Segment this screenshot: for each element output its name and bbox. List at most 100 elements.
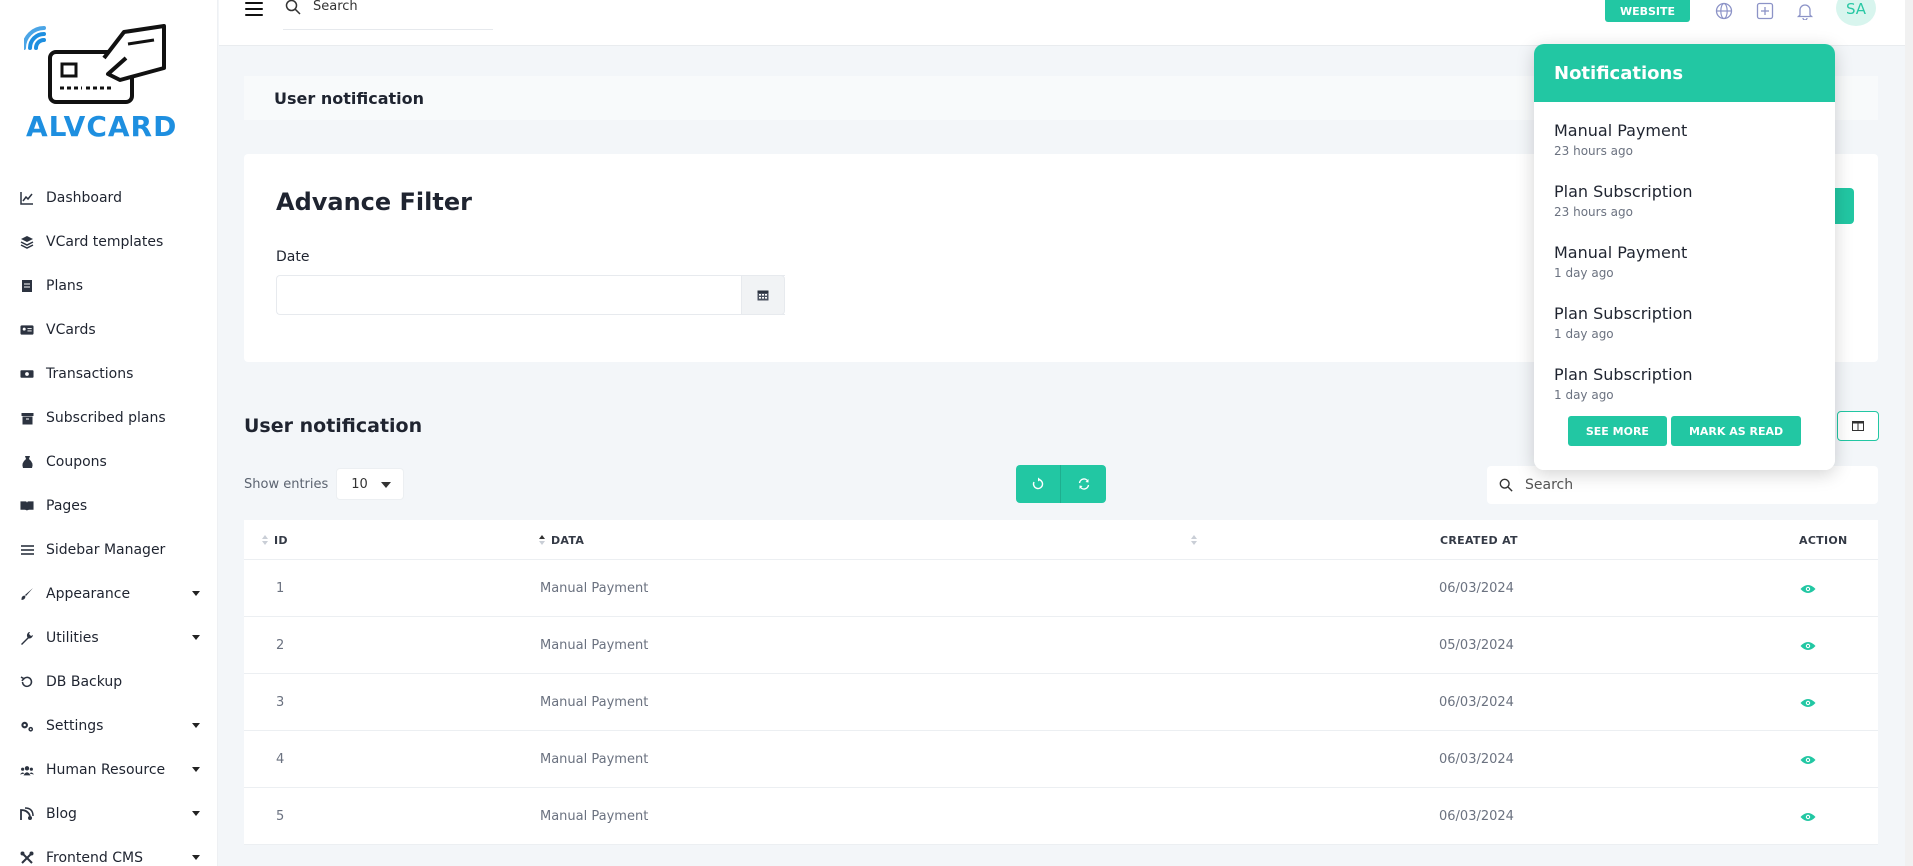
cell-id: 1 xyxy=(276,581,285,596)
sidebar-item-vcard-templates[interactable]: VCard templates xyxy=(0,220,218,264)
sidebar-item-label: Blog xyxy=(46,806,77,822)
users-icon xyxy=(20,763,34,777)
view-eye-icon[interactable] xyxy=(1800,674,1816,731)
mark-as-read-button[interactable]: MARK AS READ xyxy=(1670,416,1802,446)
notification-time: 23 hours ago xyxy=(1554,205,1633,219)
top-search xyxy=(283,0,493,30)
layers-icon xyxy=(20,235,34,249)
see-more-button[interactable]: SEE MORE xyxy=(1567,416,1667,446)
refresh-button[interactable] xyxy=(1061,465,1106,503)
page-title: User notification xyxy=(274,88,424,108)
notification-item[interactable]: Plan Subscription 1 day ago xyxy=(1534,346,1835,407)
column-header-id[interactable]: ID xyxy=(262,520,288,560)
entries-select[interactable]: 10 xyxy=(336,468,405,500)
table-row: 3 Manual Payment 06/03/2024 xyxy=(244,674,1878,731)
filter-action-button[interactable] xyxy=(1834,188,1854,224)
notification-item[interactable]: Manual Payment 23 hours ago xyxy=(1534,102,1835,163)
column-header-label: DATA xyxy=(551,533,585,547)
view-eye-icon[interactable] xyxy=(1800,560,1816,617)
refresh-icon xyxy=(1078,478,1089,490)
globe-icon[interactable] xyxy=(1713,0,1735,22)
sidebar-item-plans[interactable]: Plans xyxy=(0,264,218,308)
bell-icon[interactable] xyxy=(1794,0,1816,22)
sidebar-item-dashboard[interactable]: Dashboard xyxy=(0,176,218,220)
notification-title: Manual Payment xyxy=(1554,243,1688,262)
id-card-icon xyxy=(20,323,34,337)
cell-data: Manual Payment xyxy=(540,638,649,653)
view-eye-icon[interactable] xyxy=(1800,617,1816,674)
sidebar: ALVCARD Dashboard VCard templates Plans … xyxy=(0,0,218,866)
sidebar-item-vcards[interactable]: VCards xyxy=(0,308,218,352)
cell-id: 4 xyxy=(276,752,285,767)
sidebar-item-appearance[interactable]: Appearance xyxy=(0,572,218,616)
show-entries: Show entries 10 xyxy=(244,468,405,500)
gears-icon xyxy=(20,719,34,733)
website-button[interactable]: WEBSITE xyxy=(1605,0,1690,22)
sidebar-item-coupons[interactable]: Coupons xyxy=(0,440,218,484)
menu-toggle-button[interactable] xyxy=(245,2,263,16)
notification-item[interactable]: Plan Subscription 1 day ago xyxy=(1534,285,1835,346)
top-search-input[interactable] xyxy=(313,0,473,14)
sidebar-item-utilities[interactable]: Utilities xyxy=(0,616,218,660)
show-entries-label: Show entries xyxy=(244,476,329,492)
sidebar-item-subscribed-plans[interactable]: Subscribed plans xyxy=(0,396,218,440)
sidebar-nav: Dashboard VCard templates Plans VCards T… xyxy=(0,176,218,866)
sort-icon xyxy=(1191,535,1197,545)
notification-time: 23 hours ago xyxy=(1554,144,1633,158)
notifications-list[interactable]: Manual Payment 23 hours ago Plan Subscri… xyxy=(1534,102,1835,448)
page-scrollbar[interactable] xyxy=(1905,0,1913,866)
sidebar-item-transactions[interactable]: Transactions xyxy=(0,352,218,396)
column-header-label: ID xyxy=(274,533,288,547)
cell-created-at: 06/03/2024 xyxy=(1439,581,1514,596)
sort-icon xyxy=(262,535,268,545)
sidebar-item-settings[interactable]: Settings xyxy=(0,704,218,748)
column-header-label: CREATED AT xyxy=(1440,533,1518,547)
sidebar-item-label: Sidebar Manager xyxy=(46,542,166,558)
sidebar-item-frontend-cms[interactable]: Frontend CMS xyxy=(0,836,218,866)
sidebar-item-label: Appearance xyxy=(46,586,131,602)
view-eye-icon[interactable] xyxy=(1800,731,1816,788)
chevron-down-icon xyxy=(381,482,392,488)
chevron-down-icon xyxy=(192,723,200,728)
card-hand-logo-icon xyxy=(22,24,166,104)
add-square-icon[interactable] xyxy=(1754,0,1776,22)
sidebar-item-label: Dashboard xyxy=(46,190,122,206)
sidebar-item-label: VCards xyxy=(46,322,96,338)
logo[interactable]: ALVCARD xyxy=(22,18,184,143)
brush-icon xyxy=(20,587,34,601)
view-eye-icon[interactable] xyxy=(1800,788,1816,845)
reset-button[interactable] xyxy=(1016,465,1061,503)
sidebar-item-human-resource[interactable]: Human Resource xyxy=(0,748,218,792)
sort-icon xyxy=(539,535,545,545)
table-row: 1 Manual Payment 06/03/2024 xyxy=(244,560,1878,617)
sidebar-item-label: Utilities xyxy=(46,630,99,646)
avatar[interactable]: SA xyxy=(1836,0,1876,26)
reset-icon xyxy=(1032,477,1044,490)
sidebar-item-db-backup[interactable]: DB Backup xyxy=(0,660,218,704)
notification-item[interactable]: Plan Subscription 23 hours ago xyxy=(1534,163,1835,224)
table-search-input[interactable] xyxy=(1525,477,1845,493)
notification-title: Manual Payment xyxy=(1554,121,1688,140)
calendar-button[interactable] xyxy=(741,275,785,315)
table-row: 5 Manual Payment 06/03/2024 xyxy=(244,788,1878,845)
notification-title: Plan Subscription xyxy=(1554,365,1693,384)
cell-created-at: 05/03/2024 xyxy=(1439,638,1514,653)
notifications-title: Notifications xyxy=(1554,62,1684,84)
archive-icon xyxy=(20,411,34,425)
sidebar-item-blog[interactable]: Blog xyxy=(0,792,218,836)
date-field[interactable] xyxy=(276,275,785,315)
notification-item[interactable]: Manual Payment 1 day ago xyxy=(1534,224,1835,285)
column-header-data[interactable]: DATA xyxy=(539,520,1199,560)
document-icon xyxy=(20,279,34,293)
column-toggle-button[interactable] xyxy=(1837,411,1879,441)
topbar: WEBSITE SA xyxy=(219,0,1913,46)
cell-data: Manual Payment xyxy=(540,695,649,710)
notification-time: 1 day ago xyxy=(1554,266,1614,280)
sidebar-item-pages[interactable]: Pages xyxy=(0,484,218,528)
sidebar-item-label: Plans xyxy=(46,278,84,294)
wrench-icon xyxy=(20,631,34,645)
cell-id: 3 xyxy=(276,695,285,710)
cell-data: Manual Payment xyxy=(540,752,649,767)
notification-time: 1 day ago xyxy=(1554,388,1614,402)
sidebar-item-sidebar-manager[interactable]: Sidebar Manager xyxy=(0,528,218,572)
